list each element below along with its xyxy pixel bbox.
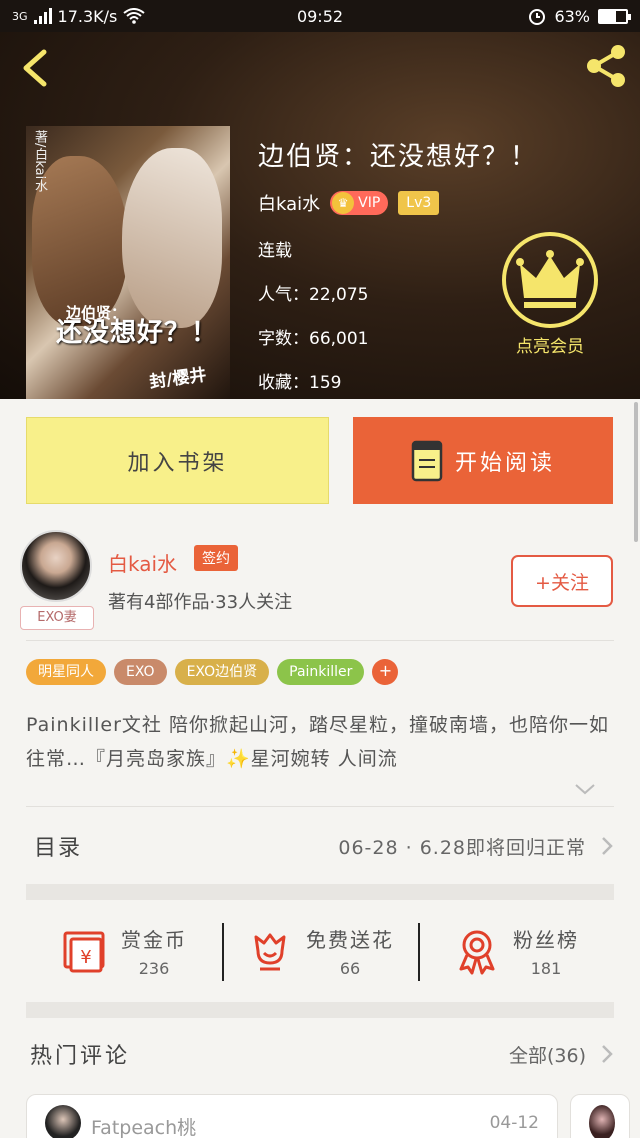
stats-row: ¥ 赏金币 236 免费送花 66 粉丝榜 181 [26, 903, 614, 999]
comments-title: 热门评论 [30, 1044, 131, 1069]
chevron-down-icon[interactable] [574, 782, 596, 796]
divider [26, 640, 614, 641]
cover-title: 还没想好？！ [56, 318, 219, 348]
popularity-label: 人气： [258, 285, 309, 305]
fan-ranking-stat[interactable]: 粉丝榜 181 [418, 903, 614, 999]
comment-avatar [589, 1105, 615, 1138]
add-to-shelf-label: 加入书架 [127, 450, 228, 476]
author-avatar[interactable] [20, 530, 92, 602]
battery-level [600, 10, 617, 22]
stat-label: 免费送花 [306, 928, 394, 952]
medal-icon [459, 930, 495, 975]
wifi-icon [123, 8, 145, 24]
author-stats: 著有4部作品·33人关注 [108, 592, 293, 613]
book-description: Painkiller文社 陪你掀起山河，踏尽星粒，撞破南墙，也陪你一如往常…『月… [26, 714, 609, 770]
words-value: 66,001 [309, 329, 369, 349]
catalog-label: 目录 [34, 836, 83, 861]
add-to-shelf-button[interactable]: 加入书架 [26, 417, 329, 504]
follow-button[interactable]: +关注 [511, 555, 613, 607]
scrollbar[interactable] [634, 402, 638, 542]
catalog-row[interactable]: 目录 06-28 · 6.28即将回归正常 [26, 820, 614, 872]
level-badge: Lv3 [398, 191, 440, 215]
share-icon[interactable] [582, 42, 630, 90]
network-speed: 17.3K/s [57, 6, 118, 26]
comment-avatar [45, 1105, 81, 1138]
tag-item[interactable]: 明星同人 [26, 659, 106, 685]
vip-cta-label[interactable]: 点亮会员 [500, 332, 600, 357]
vip-crown-button[interactable] [500, 230, 600, 330]
chevron-right-icon [602, 1045, 613, 1063]
author-section: EXO妻 白kai水 签约 著有4部作品·33人关注 +关注 [0, 520, 640, 640]
divider [26, 806, 614, 807]
avatar-tag: EXO妻 [20, 606, 94, 630]
book-cover[interactable]: 著/白kai水 边伯贤： 还没想好？！ 封/樱井 [26, 126, 230, 399]
stat-value: 181 [530, 959, 562, 978]
favorites-value: 159 [309, 373, 342, 393]
comment-username: Fatpeach桃 [91, 1117, 197, 1138]
book-icon [411, 440, 443, 481]
back-icon[interactable] [16, 46, 56, 90]
svg-text:¥: ¥ [80, 947, 91, 968]
comment-card[interactable] [570, 1094, 630, 1138]
vip-crown-icon: ♛ [332, 192, 355, 214]
flower-icon [254, 933, 286, 971]
author-row: 白kai水 ♛ VIP Lv3 [258, 190, 440, 216]
popularity-value: 22,075 [309, 285, 369, 305]
all-comments-link[interactable]: 全部(36) [509, 1041, 586, 1068]
tag-item[interactable]: EXO [114, 659, 167, 685]
status-right: 63% [528, 6, 631, 26]
start-reading-label: 开始阅读 [454, 450, 555, 476]
book-title: 边伯贤：还没想好？！ [258, 142, 539, 172]
alarm-icon [529, 9, 546, 25]
status-left: 3G 17.3K/s [12, 7, 145, 26]
popularity-row: 人气：22,075 [258, 280, 368, 305]
cover-author-text: 著/白kai水 [32, 130, 47, 193]
book-header: 著/白kai水 边伯贤： 还没想好？！ 封/樱井 边伯贤：还没想好？！ 白kai… [0, 32, 640, 399]
stat-label: 粉丝榜 [513, 928, 579, 952]
stat-value: 66 [339, 959, 361, 978]
vip-badge: ♛ VIP [330, 191, 389, 215]
words-row: 字数：66,001 [258, 324, 368, 349]
words-label: 字数： [258, 329, 309, 349]
section-separator [26, 1002, 614, 1018]
vip-badge-label: VIP [358, 195, 381, 211]
battery-icon [598, 8, 631, 24]
latest-chapter: 06-28 · 6.28即将回归正常 [338, 836, 586, 859]
free-flower-text: 免费送花 66 [306, 924, 394, 978]
start-reading-button[interactable]: 开始阅读 [353, 417, 613, 504]
tag-list: 明星同人 EXO EXO边伯贤 Painkiller + [26, 659, 399, 685]
red-envelope-icon: ¥ [63, 931, 105, 973]
author-name[interactable]: 白kai水 [108, 548, 177, 577]
favorites-row: 收藏：159 [258, 368, 341, 393]
tag-item[interactable]: EXO边伯贤 [174, 659, 270, 685]
fan-ranking-text: 粉丝榜 181 [513, 924, 579, 978]
chevron-right-icon [602, 837, 613, 855]
favorites-label: 收藏： [258, 373, 309, 393]
comment-date: 04-12 [489, 1113, 539, 1133]
reward-coins-stat[interactable]: ¥ 赏金币 236 [26, 903, 222, 999]
stat-value: 236 [138, 959, 170, 978]
serial-status: 连载 [258, 241, 292, 261]
cover-artist: 封/樱井 [148, 365, 208, 393]
network-label: 3G [12, 9, 28, 23]
tag-item[interactable]: Painkiller [277, 659, 365, 685]
reward-coins-text: 赏金币 236 [121, 924, 187, 978]
stat-label: 赏金币 [121, 928, 187, 952]
signal-icon [33, 8, 52, 24]
section-separator [26, 884, 614, 900]
signed-badge: 签约 [194, 545, 238, 571]
comments-header: 热门评论 全部(36) [26, 1034, 614, 1074]
comment-card[interactable]: Fatpeach桃 04-12 [26, 1094, 558, 1138]
header-author-name[interactable]: 白kai水 [258, 190, 320, 216]
battery-percent: 63% [554, 6, 590, 26]
more-tags-button[interactable]: + [372, 659, 399, 685]
status-bar: 3G 17.3K/s 09:52 63% [0, 0, 640, 32]
cover-figure-right [122, 148, 222, 328]
free-flower-stat[interactable]: 免费送花 66 [222, 903, 418, 999]
